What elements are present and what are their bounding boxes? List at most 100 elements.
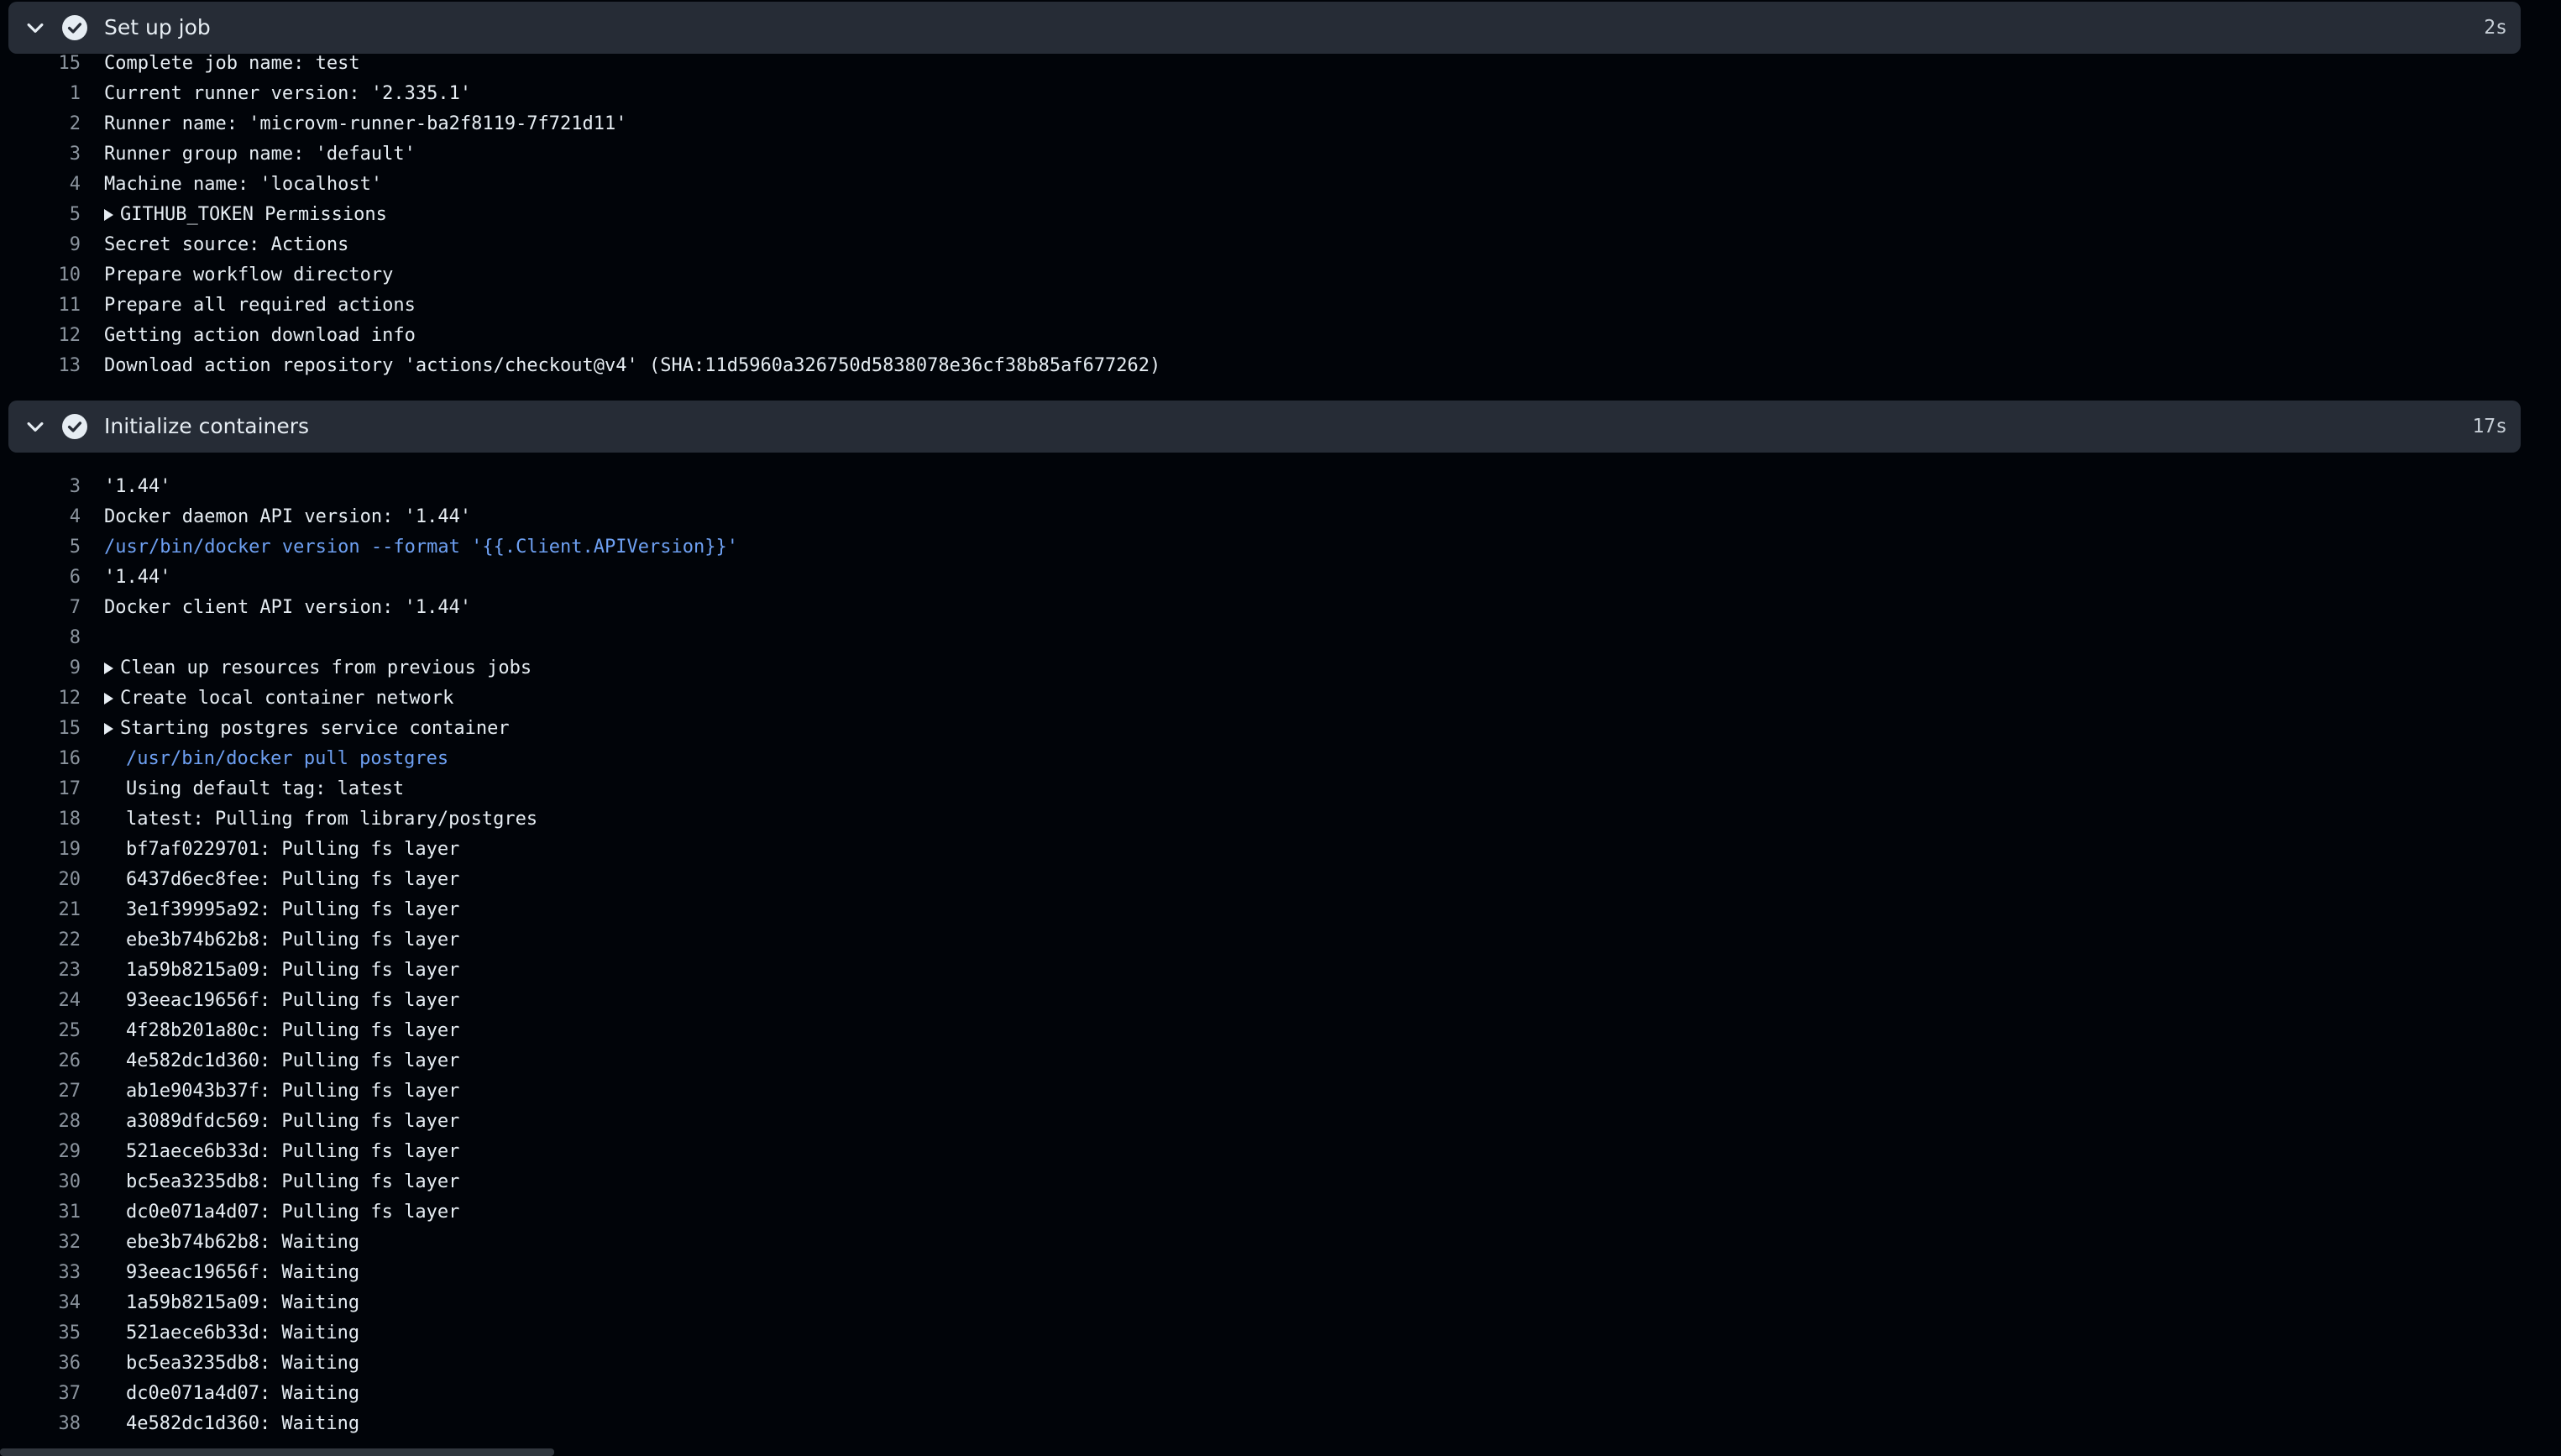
log-text: 4f28b201a80c: Pulling fs layer	[126, 1020, 460, 1041]
line-number[interactable]: 6	[0, 563, 81, 593]
log-line: 3 '1.44'	[0, 472, 2519, 502]
log-text: 521aece6b33d: Pulling fs layer	[126, 1141, 460, 1162]
line-number[interactable]: 8	[0, 623, 81, 653]
log-line: 16/usr/bin/docker pull postgres	[0, 744, 2519, 774]
step-title: Set up job	[104, 15, 211, 39]
line-number[interactable]: 12	[0, 683, 81, 714]
log-text: latest: Pulling from library/postgres	[126, 809, 538, 830]
log-text: a3089dfdc569: Pulling fs layer	[126, 1111, 460, 1132]
log-line: 4 Docker daemon API version: '1.44'	[0, 502, 2519, 532]
line-number[interactable]: 19	[0, 835, 81, 865]
step-header-initialize-containers[interactable]: Initialize containers 17s	[8, 401, 2521, 453]
line-number[interactable]: 4	[0, 170, 81, 200]
line-number[interactable]: 11	[0, 291, 81, 321]
log-text: Prepare workflow directory	[104, 264, 394, 285]
log-text: 521aece6b33d: Waiting	[126, 1322, 360, 1343]
step-header-set-up-job[interactable]: Set up job 2s	[8, 2, 2521, 54]
line-number[interactable]: 29	[0, 1137, 81, 1167]
log-text: /usr/bin/docker pull postgres	[126, 748, 449, 769]
line-number[interactable]: 16	[0, 744, 81, 774]
line-number[interactable]: 31	[0, 1197, 81, 1228]
line-number[interactable]: 32	[0, 1228, 81, 1258]
group-label: Create local container network	[120, 688, 454, 709]
line-number[interactable]: 26	[0, 1046, 81, 1076]
line-number[interactable]: 23	[0, 956, 81, 986]
line-number[interactable]: 12	[0, 321, 81, 351]
line-number[interactable]: 28	[0, 1107, 81, 1137]
line-number[interactable]: 2	[0, 109, 81, 139]
line-number[interactable]: 15	[0, 49, 81, 79]
log-group-toggle[interactable]: Clean up resources from previous jobs	[104, 653, 532, 683]
log-line: 10 Prepare workflow directory	[0, 260, 2519, 291]
log-line: 34 1a59b8215a09: Waiting	[0, 1288, 2519, 1318]
log-group-toggle[interactable]: GITHUB_TOKEN Permissions	[104, 200, 387, 230]
log-text: 4e582dc1d360: Pulling fs layer	[126, 1050, 460, 1071]
log-line[interactable]: 15 Starting postgres service container	[0, 714, 2519, 744]
log-text: 3e1f39995a92: Pulling fs layer	[126, 899, 460, 920]
chevron-down-icon[interactable]	[24, 415, 47, 438]
line-number[interactable]: 3	[0, 472, 81, 502]
log-text: Secret source: Actions	[104, 234, 349, 255]
log-line: 37 dc0e071a4d07: Waiting	[0, 1379, 2519, 1409]
line-number[interactable]: 5	[0, 200, 81, 230]
log-line[interactable]: 9 Clean up resources from previous jobs	[0, 653, 2519, 683]
triangle-right-icon[interactable]	[104, 663, 113, 674]
log-line: 3 Runner group name: 'default'	[0, 139, 2519, 170]
line-number[interactable]: 10	[0, 260, 81, 291]
triangle-right-icon[interactable]	[104, 209, 113, 221]
line-number[interactable]: 7	[0, 593, 81, 623]
triangle-right-icon[interactable]	[104, 723, 113, 735]
log-text: bc5ea3235db8: Pulling fs layer	[126, 1171, 460, 1192]
line-number[interactable]: 37	[0, 1379, 81, 1409]
log-text: Runner name: 'microvm-runner-ba2f8119-7f…	[104, 113, 627, 134]
log-text: '1.44'	[104, 476, 171, 497]
log-line[interactable]: 12 Create local container network	[0, 683, 2519, 714]
line-number[interactable]: 21	[0, 895, 81, 925]
log-line: 20 6437d6ec8fee: Pulling fs layer	[0, 865, 2519, 895]
log-text: 93eeac19656f: Pulling fs layer	[126, 990, 460, 1011]
log-text: Machine name: 'localhost'	[104, 174, 383, 195]
log-group-toggle[interactable]: Starting postgres service container	[104, 714, 510, 744]
line-number[interactable]: 27	[0, 1076, 81, 1107]
line-number[interactable]: 1	[0, 79, 81, 109]
line-number[interactable]: 13	[0, 351, 81, 381]
log-line: 17 Using default tag: latest	[0, 774, 2519, 804]
step-duration: 17s	[2472, 416, 2507, 437]
log-text: dc0e071a4d07: Pulling fs layer	[126, 1202, 460, 1223]
log-line: 13 Download action repository 'actions/ch…	[0, 351, 2519, 381]
line-number[interactable]: 33	[0, 1258, 81, 1288]
log-text: Current runner version: '2.335.1'	[104, 83, 472, 104]
line-number[interactable]: 36	[0, 1349, 81, 1379]
line-number[interactable]: 18	[0, 804, 81, 835]
line-number[interactable]: 30	[0, 1167, 81, 1197]
line-number[interactable]: 35	[0, 1318, 81, 1349]
log-text: /usr/bin/docker version --format '{{.Cli…	[104, 537, 738, 558]
horizontal-scrollbar[interactable]	[0, 1448, 554, 1456]
log-line[interactable]: 5 GITHUB_TOKEN Permissions	[0, 200, 2519, 230]
log-line: 23 1a59b8215a09: Pulling fs layer	[0, 956, 2519, 986]
line-number[interactable]: 9	[0, 230, 81, 260]
line-number[interactable]: 9	[0, 653, 81, 683]
line-number[interactable]: 24	[0, 986, 81, 1016]
line-number[interactable]: 5	[0, 532, 81, 563]
line-number[interactable]: 20	[0, 865, 81, 895]
log-line: 18 latest: Pulling from library/postgres	[0, 804, 2519, 835]
log-text: Getting action download info	[104, 325, 416, 346]
log-group-toggle[interactable]: Create local container network	[104, 683, 453, 714]
line-number[interactable]: 17	[0, 774, 81, 804]
line-number[interactable]: 22	[0, 925, 81, 956]
line-number[interactable]: 4	[0, 502, 81, 532]
line-number[interactable]: 25	[0, 1016, 81, 1046]
log-text: Complete job name: test	[104, 53, 360, 74]
log-text: 93eeac19656f: Waiting	[126, 1262, 360, 1283]
log-text: Prepare all required actions	[104, 295, 416, 316]
line-number[interactable]: 3	[0, 139, 81, 170]
log-line: 36 bc5ea3235db8: Waiting	[0, 1349, 2519, 1379]
line-number[interactable]: 38	[0, 1409, 81, 1439]
line-number[interactable]: 15	[0, 714, 81, 744]
chevron-down-icon[interactable]	[24, 16, 47, 39]
triangle-right-icon[interactable]	[104, 693, 113, 704]
line-number[interactable]: 34	[0, 1288, 81, 1318]
log-line: 7 Docker client API version: '1.44'	[0, 593, 2519, 623]
log-text: dc0e071a4d07: Waiting	[126, 1383, 360, 1404]
